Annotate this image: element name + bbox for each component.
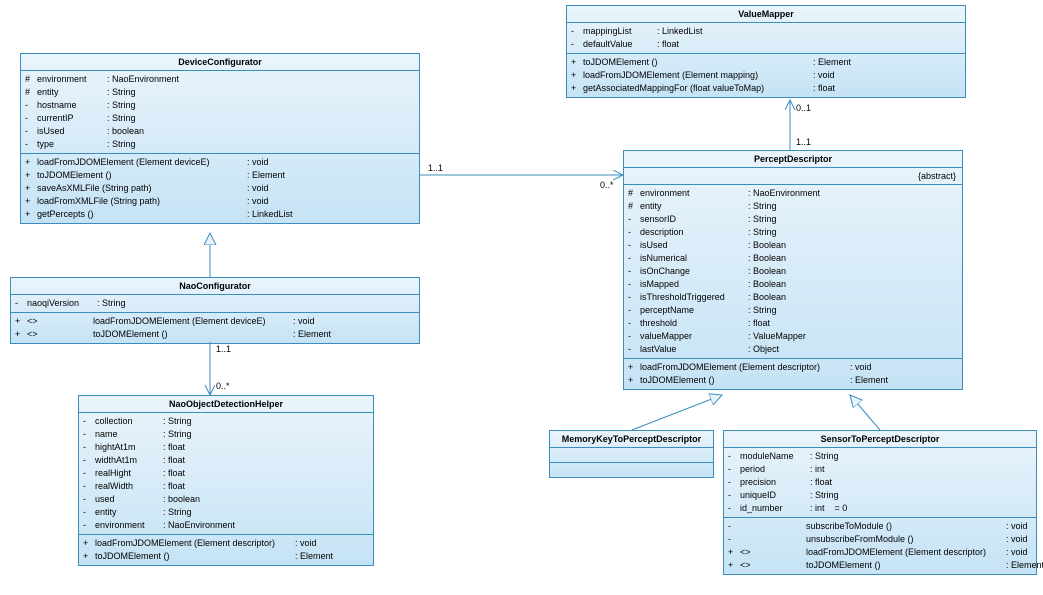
op-row: +<>loadFromJDOMElement (Element deviceE)… — [15, 315, 415, 328]
attr-row: -hightAt1m: float — [83, 441, 369, 454]
class-percept-descriptor: PerceptDescriptor {abstract} #environmen… — [623, 150, 963, 390]
gen-memkey-perceptdesc — [632, 395, 722, 430]
attrs-section: -mappingList: LinkedList-defaultValue: f… — [567, 23, 965, 54]
class-title: MemoryKeyToPerceptDescriptor — [550, 431, 713, 448]
attr-row: #environment: NaoEnvironment — [25, 73, 415, 86]
attrs-section: -moduleName: String-period: int-precisio… — [724, 448, 1036, 518]
mult-label: 0..* — [216, 381, 230, 391]
attr-row: -description: String — [628, 226, 958, 239]
attr-row: -uniqueID: String — [728, 489, 1032, 502]
class-sensor-to-percept-descriptor: SensorToPerceptDescriptor -moduleName: S… — [723, 430, 1037, 575]
op-row: +saveAsXMLFile (String path): void — [25, 182, 415, 195]
abstract-label: {abstract} — [918, 171, 956, 181]
attr-row: -naoqiVersion: String — [15, 297, 415, 310]
attr-row: -isThresholdTriggered: Boolean — [628, 291, 958, 304]
op-row: +getPercepts (): LinkedList — [25, 208, 415, 221]
op-row: +toJDOMElement (): Element — [25, 169, 415, 182]
class-title-text: PerceptDescriptor — [754, 154, 832, 164]
empty-ops — [550, 463, 713, 477]
op-row: -unsubscribeFromModule (): void — [728, 533, 1032, 546]
attr-row: -collection: String — [83, 415, 369, 428]
attrs-section: #environment: NaoEnvironment#entity: Str… — [624, 185, 962, 359]
attr-row: -type: String — [25, 138, 415, 151]
op-row: +toJDOMElement (): Element — [83, 550, 369, 563]
op-row: -subscribeToModule (): void — [728, 520, 1032, 533]
op-row: +loadFromJDOMElement (Element deviceE): … — [25, 156, 415, 169]
mult-label: 1..1 — [216, 344, 231, 354]
mult-label: 1..1 — [428, 163, 443, 173]
attr-row: -mappingList: LinkedList — [571, 25, 961, 38]
op-row: +toJDOMElement (): Element — [571, 56, 961, 69]
attr-row: -isUsed: Boolean — [628, 239, 958, 252]
abstract-section: {abstract} — [624, 168, 962, 185]
ops-section: -subscribeToModule (): void-unsubscribeF… — [724, 518, 1036, 574]
attrs-section: -collection: String-name: String-hightAt… — [79, 413, 373, 535]
attr-row: -period: int — [728, 463, 1032, 476]
op-row: +loadFromJDOMElement (Element descriptor… — [83, 537, 369, 550]
attr-row: -environment: NaoEnvironment — [83, 519, 369, 532]
attr-row: -widthAt1m: float — [83, 454, 369, 467]
attr-row: -sensorID: String — [628, 213, 958, 226]
ops-section: +loadFromJDOMElement (Element descriptor… — [79, 535, 373, 565]
attr-row: -currentIP: String — [25, 112, 415, 125]
ops-section: +loadFromJDOMElement (Element descriptor… — [624, 359, 962, 389]
op-row: +loadFromJDOMElement (Element mapping): … — [571, 69, 961, 82]
attrs-section: #environment: NaoEnvironment#entity: Str… — [21, 71, 419, 154]
class-title: NaoObjectDetectionHelper — [79, 396, 373, 413]
class-title: PerceptDescriptor — [624, 151, 962, 168]
attr-row: -used: boolean — [83, 493, 369, 506]
ops-section: +<>loadFromJDOMElement (Element deviceE)… — [11, 313, 419, 343]
op-row: +<>toJDOMElement (): Element — [728, 559, 1032, 572]
class-title: DeviceConfigurator — [21, 54, 419, 71]
attr-row: -entity: String — [83, 506, 369, 519]
mult-label: 0..1 — [796, 103, 811, 113]
attr-row: -isMapped: Boolean — [628, 278, 958, 291]
op-row: +<>loadFromJDOMElement (Element descript… — [728, 546, 1032, 559]
attr-row: -defaultValue: float — [571, 38, 961, 51]
attr-row: -id_number: int = 0 — [728, 502, 1032, 515]
class-memory-key-to-percept-descriptor: MemoryKeyToPerceptDescriptor — [549, 430, 714, 478]
ops-section: +loadFromJDOMElement (Element deviceE): … — [21, 154, 419, 223]
attr-row: -moduleName: String — [728, 450, 1032, 463]
attr-row: -lastValue: Object — [628, 343, 958, 356]
op-row: +loadFromJDOMElement (Element descriptor… — [628, 361, 958, 374]
attr-row: -hostname: String — [25, 99, 415, 112]
class-title: SensorToPerceptDescriptor — [724, 431, 1036, 448]
class-title: NaoConfigurator — [11, 278, 419, 295]
attr-row: #entity: String — [628, 200, 958, 213]
attr-row: #entity: String — [25, 86, 415, 99]
gen-sensor-perceptdesc — [850, 395, 880, 430]
class-device-configurator: DeviceConfigurator #environment: NaoEnvi… — [20, 53, 420, 224]
attr-row: -isUsed: boolean — [25, 125, 415, 138]
attr-row: #environment: NaoEnvironment — [628, 187, 958, 200]
op-row: +<>toJDOMElement (): Element — [15, 328, 415, 341]
op-row: +loadFromXMLFile (String path): void — [25, 195, 415, 208]
attrs-section: -naoqiVersion: String — [11, 295, 419, 313]
attr-row: -valueMapper: ValueMapper — [628, 330, 958, 343]
empty-attrs — [550, 448, 713, 463]
attr-row: -perceptName: String — [628, 304, 958, 317]
class-title: ValueMapper — [567, 6, 965, 23]
ops-section: +toJDOMElement (): Element+loadFromJDOME… — [567, 54, 965, 97]
op-row: +getAssociatedMappingFor (float valueToM… — [571, 82, 961, 95]
op-row: +toJDOMElement (): Element — [628, 374, 958, 387]
attr-row: -threshold: float — [628, 317, 958, 330]
class-value-mapper: ValueMapper -mappingList: LinkedList-def… — [566, 5, 966, 98]
class-nao-object-detection-helper: NaoObjectDetectionHelper -collection: St… — [78, 395, 374, 566]
attr-row: -realHight: float — [83, 467, 369, 480]
attr-row: -isOnChange: Boolean — [628, 265, 958, 278]
mult-label: 1..1 — [796, 137, 811, 147]
attr-row: -isNumerical: Boolean — [628, 252, 958, 265]
attr-row: -name: String — [83, 428, 369, 441]
attr-row: -precision: float — [728, 476, 1032, 489]
mult-label: 0..* — [600, 180, 614, 190]
attr-row: -realWidth: float — [83, 480, 369, 493]
class-nao-configurator: NaoConfigurator -naoqiVersion: String +<… — [10, 277, 420, 344]
